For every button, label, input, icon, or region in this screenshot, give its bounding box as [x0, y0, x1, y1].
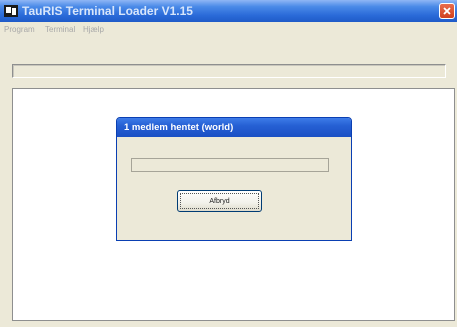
main-progress-bar: [12, 64, 446, 78]
menu-program[interactable]: Program: [4, 25, 35, 35]
menu-bar: Program Terminal Hjælp: [0, 22, 457, 40]
app-icon[interactable]: [3, 3, 19, 19]
title-bar[interactable]: TauRIS Terminal Loader V1.15: [0, 0, 457, 22]
dialog-progress-bar: [131, 158, 329, 172]
close-button[interactable]: [439, 3, 455, 19]
close-icon: [443, 7, 451, 15]
menu-help[interactable]: Hjælp: [83, 25, 104, 35]
window-title: TauRIS Terminal Loader V1.15: [22, 4, 193, 18]
dialog-title: 1 medlem hentet (world): [124, 122, 234, 133]
cancel-button[interactable]: Afbryd: [177, 190, 262, 212]
dialog-title-bar[interactable]: 1 medlem hentet (world): [117, 118, 351, 137]
cancel-button-label: Afbryd: [209, 197, 230, 205]
menu-terminal[interactable]: Terminal: [45, 25, 75, 35]
main-window: TauRIS Terminal Loader V1.15 Program Ter…: [0, 0, 457, 327]
progress-dialog: 1 medlem hentet (world) Afbryd: [116, 117, 352, 241]
